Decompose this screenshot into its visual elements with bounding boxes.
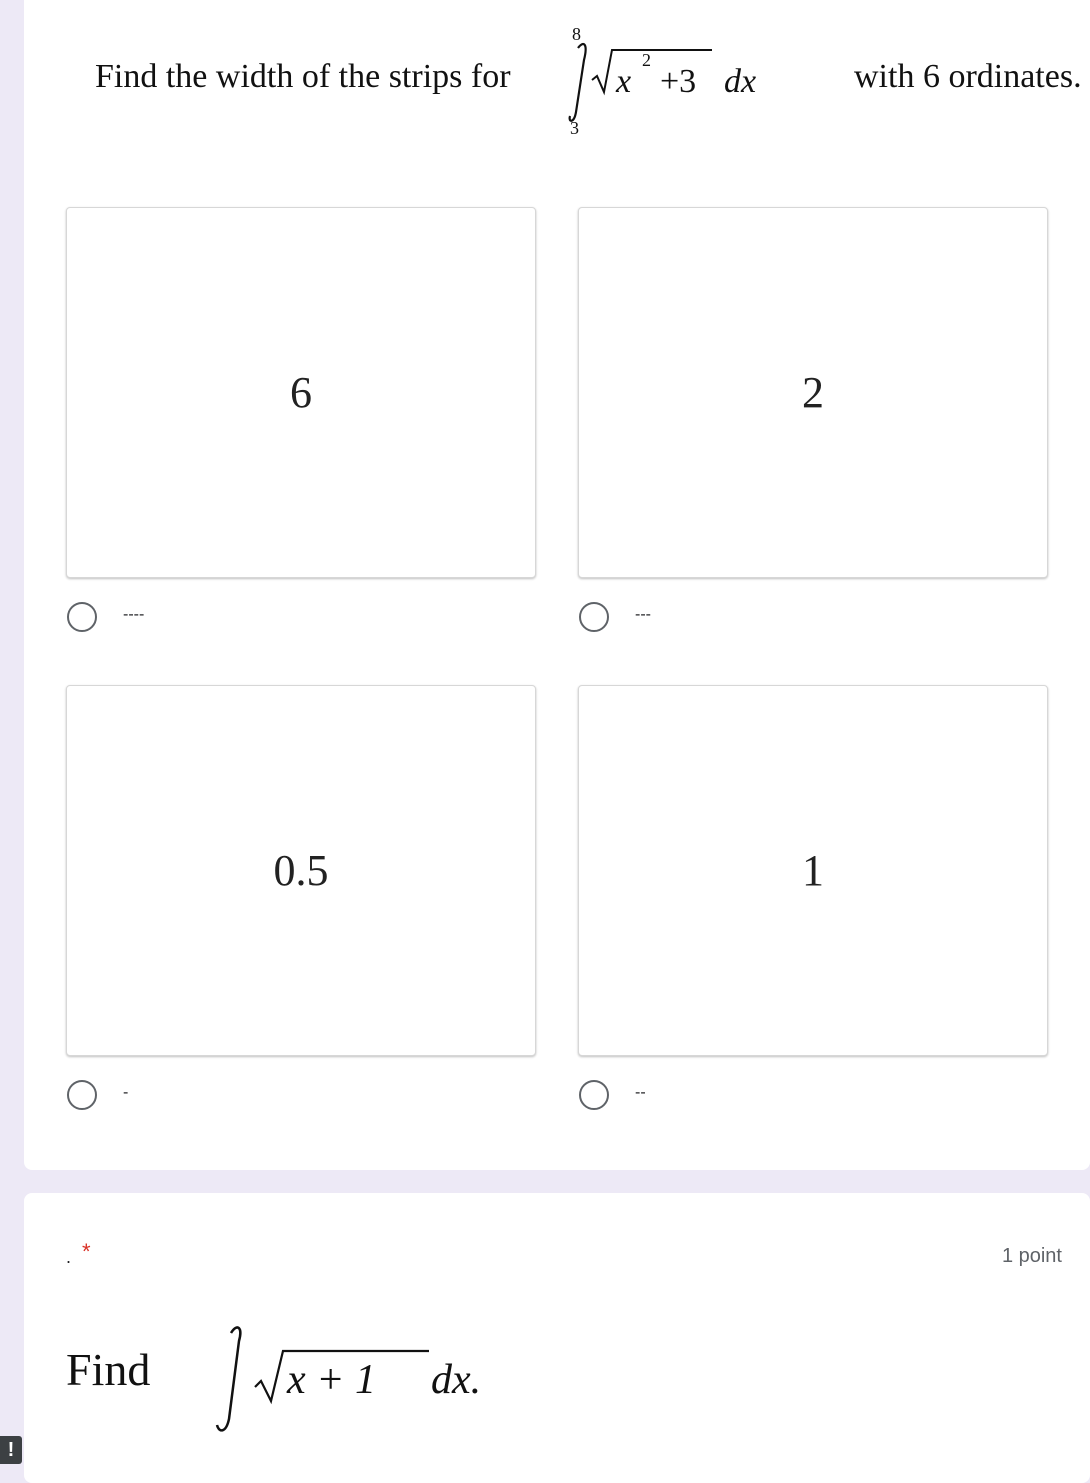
option-value-3: 0.5 — [273, 846, 329, 895]
integral-expression-1: 8 3 x 2 +3 dx — [568, 24, 756, 138]
option-radio-3[interactable] — [67, 1080, 97, 1110]
option-radio-1[interactable] — [67, 602, 97, 632]
question-2-title: . — [66, 1247, 72, 1267]
option-radio-4[interactable] — [579, 1080, 609, 1110]
integral-sign-icon — [215, 1326, 242, 1432]
option-label-2: --- — [635, 606, 651, 623]
integral-lower-limit: 3 — [570, 118, 579, 138]
question-1-suffix: with 6 ordinates. — [854, 58, 1082, 95]
question-1-text: Find the width of the strips for 8 3 x 2… — [94, 20, 1084, 140]
option-value-2: 2 — [802, 368, 824, 417]
option-value-1: 6 — [290, 368, 312, 417]
option-label-1: ---- — [123, 606, 145, 623]
integrand-tail: +3 — [660, 63, 696, 100]
points-label: 1 point — [1001, 1245, 1062, 1267]
integral-sign-icon — [568, 42, 587, 122]
integral-expression-2: x + 1 dx. — [215, 1326, 481, 1432]
integral-upper-limit: 8 — [572, 24, 581, 44]
option-label-3: - — [123, 1084, 129, 1101]
question-2-prompt: Find — [66, 1344, 151, 1395]
integral-differential: dx — [724, 63, 756, 100]
question-card-2: . * 1 point Find x + 1 dx. — [24, 1193, 1090, 1483]
question-card-1: Find the width of the strips for 8 3 x 2… — [24, 0, 1090, 1170]
integrand-2: x + 1 — [286, 1357, 376, 1403]
option-value-4: 1 — [802, 846, 824, 895]
integrand-exponent: 2 — [642, 50, 651, 70]
option-radio-2[interactable] — [579, 602, 609, 632]
option-image-1[interactable]: 6 — [66, 207, 536, 578]
option-image-4[interactable]: 1 — [578, 685, 1048, 1056]
question-1-prefix: Find the width of the strips for — [95, 58, 511, 95]
alert-indicator[interactable]: ! — [0, 1436, 22, 1464]
integral-2-differential: dx. — [431, 1357, 481, 1403]
option-image-2[interactable]: 2 — [578, 207, 1048, 578]
integrand-base: x — [615, 63, 631, 100]
option-label-4: -- — [635, 1084, 646, 1101]
option-image-3[interactable]: 0.5 — [66, 685, 536, 1056]
required-asterisk: * — [82, 1239, 91, 1264]
